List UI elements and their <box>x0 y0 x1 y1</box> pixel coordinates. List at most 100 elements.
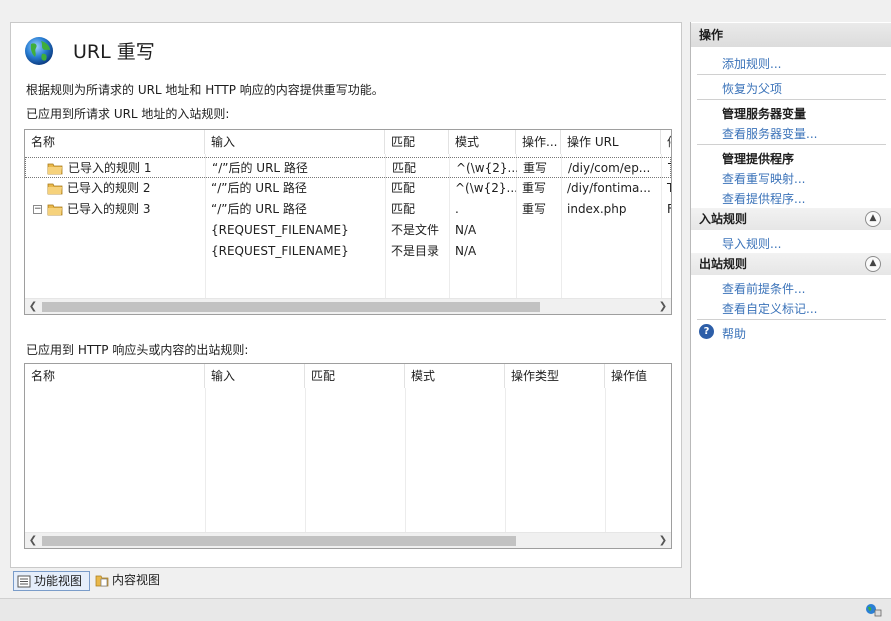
separator <box>697 74 886 75</box>
view-preconditions-link[interactable]: 查看前提条件... <box>722 280 805 297</box>
inbound-rules-table[interactable]: 名称 输入 匹配 模式 操作... 操作 URL 停 已导入的规则 1 “/”后… <box>24 129 672 315</box>
col-header-action-type[interactable]: 操作类型 <box>505 364 605 388</box>
separator <box>697 144 886 145</box>
scroll-left-arrow-icon[interactable]: ❮ <box>25 533 41 548</box>
collapse-up-icon[interactable]: ▲ <box>865 211 881 227</box>
column-divider <box>305 388 306 532</box>
content-view-label: 内容视图 <box>112 573 161 587</box>
condition-row[interactable]: {REQUEST_FILENAME} 不是文件 N/A <box>25 220 671 241</box>
network-status-icon <box>866 604 882 617</box>
actions-header: 操作 <box>691 23 891 47</box>
server-variables-group: 管理服务器变量 <box>722 107 807 121</box>
col-header-match[interactable]: 匹配 <box>305 364 405 388</box>
table-row[interactable]: 已导入的规则 2 “/”后的 URL 路径 匹配 ^(\w{2}... 重写 /… <box>25 178 671 199</box>
globe-icon <box>25 37 53 65</box>
outbound-section-title: 出站规则 <box>699 257 748 271</box>
top-strip <box>0 0 891 22</box>
rule-action: 重写 <box>523 161 548 175</box>
status-bar <box>0 598 891 621</box>
outbound-rules-label: 已应用到 HTTP 响应头或内容的出站规则: <box>26 343 249 357</box>
scrollbar-thumb[interactable] <box>42 536 516 546</box>
help-icon[interactable]: ? <box>699 324 714 339</box>
add-rule-link[interactable]: 添加规则... <box>722 55 781 72</box>
table-row[interactable]: 已导入的规则 1 “/”后的 URL 路径 匹配 ^(\w{2}... 重写 /… <box>25 157 671 178</box>
outbound-table-header: 名称 输入 匹配 模式 操作类型 操作值 <box>25 364 671 388</box>
condition-pattern: N/A <box>455 223 477 237</box>
rule-input: “/”后的 URL 路径 <box>211 181 307 195</box>
content-view-icon <box>95 575 109 587</box>
rule-pattern: ^(\w{2}... <box>455 181 516 195</box>
collapse-toggle[interactable]: − <box>33 205 42 214</box>
condition-row[interactable]: {REQUEST_FILENAME} 不是目录 N/A <box>25 241 671 262</box>
rule-pattern: . <box>455 202 459 216</box>
condition-input: {REQUEST_FILENAME} <box>211 244 349 258</box>
col-header-pattern[interactable]: 模式 <box>405 364 505 388</box>
rule-stop: F <box>661 199 671 220</box>
condition-pattern: N/A <box>455 244 477 258</box>
column-divider <box>605 388 606 532</box>
content-view-tab[interactable]: 内容视图 <box>92 571 172 591</box>
rule-input: “/”后的 URL 路径 <box>212 161 308 175</box>
folder-icon <box>47 163 63 175</box>
rule-match: 匹配 <box>391 181 416 195</box>
table-row[interactable]: − 已导入的规则 3 “/”后的 URL 路径 匹配 . 重写 index.ph… <box>25 199 671 220</box>
page-description: 根据规则为所请求的 URL 地址和 HTTP 响应的内容提供重写功能。 <box>26 83 384 97</box>
rule-name: 已导入的规则 1 <box>68 161 152 175</box>
feature-panel: URL 重写 根据规则为所请求的 URL 地址和 HTTP 响应的内容提供重写功… <box>10 22 682 568</box>
rule-match: 匹配 <box>391 202 416 216</box>
help-link[interactable]: 帮助 <box>722 325 746 342</box>
horizontal-scrollbar[interactable]: ❮ ❯ <box>25 298 671 314</box>
view-custom-tags-link[interactable]: 查看自定义标记... <box>722 300 817 317</box>
col-header-action-value[interactable]: 操作值 <box>605 364 671 388</box>
rule-stop: T <box>662 158 671 179</box>
col-header-name[interactable]: 名称 <box>25 130 205 154</box>
outbound-rules-table[interactable]: 名称 输入 匹配 模式 操作类型 操作值 ❮ ❯ <box>24 363 672 549</box>
separator <box>697 99 886 100</box>
rule-action: 重写 <box>522 202 547 216</box>
rule-action-url: index.php <box>567 202 627 216</box>
condition-match: 不是文件 <box>391 223 440 237</box>
condition-input: {REQUEST_FILENAME} <box>211 223 349 237</box>
rule-stop: T <box>661 178 671 199</box>
scrollbar-thumb[interactable] <box>42 302 540 312</box>
column-divider <box>505 388 506 532</box>
outbound-rules-section[interactable]: 出站规则 ▲ <box>691 253 891 275</box>
col-header-input[interactable]: 输入 <box>205 130 385 154</box>
condition-match: 不是目录 <box>391 244 440 258</box>
features-view-icon <box>17 575 31 588</box>
actions-pane: 操作 添加规则... 恢复为父项 管理服务器变量 查看服务器变量... 管理提供… <box>690 22 891 598</box>
providers-group: 管理提供程序 <box>722 152 795 166</box>
col-header-match[interactable]: 匹配 <box>385 130 449 154</box>
view-server-variables-link[interactable]: 查看服务器变量... <box>722 125 817 142</box>
collapse-up-icon[interactable]: ▲ <box>865 256 881 272</box>
inbound-rules-section[interactable]: 入站规则 ▲ <box>691 208 891 230</box>
rule-action: 重写 <box>522 181 547 195</box>
column-divider <box>405 388 406 532</box>
import-rules-link[interactable]: 导入规则... <box>722 235 781 252</box>
scroll-right-arrow-icon[interactable]: ❯ <box>655 533 671 548</box>
col-header-action[interactable]: 操作... <box>516 130 561 154</box>
scroll-left-arrow-icon[interactable]: ❮ <box>25 299 41 314</box>
inbound-rules-label: 已应用到所请求 URL 地址的入站规则: <box>26 107 230 121</box>
rule-action-url: /diy/com/ep... <box>568 161 651 175</box>
scroll-right-arrow-icon[interactable]: ❯ <box>655 299 671 314</box>
column-divider <box>205 388 206 532</box>
inbound-table-header: 名称 输入 匹配 模式 操作... 操作 URL 停 <box>25 130 671 154</box>
rule-action-url: /diy/fontima... <box>567 181 651 195</box>
page-title: URL 重写 <box>73 41 155 63</box>
col-header-pattern[interactable]: 模式 <box>449 130 516 154</box>
horizontal-scrollbar[interactable]: ❮ ❯ <box>25 532 671 548</box>
col-header-input[interactable]: 输入 <box>205 364 305 388</box>
col-header-stop[interactable]: 停 <box>661 130 671 154</box>
features-view-label: 功能视图 <box>34 574 83 588</box>
col-header-action-url[interactable]: 操作 URL <box>561 130 661 154</box>
col-header-name[interactable]: 名称 <box>25 364 205 388</box>
revert-to-parent-link[interactable]: 恢复为父项 <box>722 80 782 97</box>
rule-pattern: ^(\w{2}... <box>456 161 517 175</box>
view-rewrite-maps-link[interactable]: 查看重写映射... <box>722 170 805 187</box>
features-view-tab[interactable]: 功能视图 <box>13 571 90 591</box>
separator <box>697 319 886 320</box>
view-providers-link[interactable]: 查看提供程序... <box>722 190 805 207</box>
rule-name: 已导入的规则 2 <box>67 181 151 195</box>
rule-match: 匹配 <box>392 161 417 175</box>
